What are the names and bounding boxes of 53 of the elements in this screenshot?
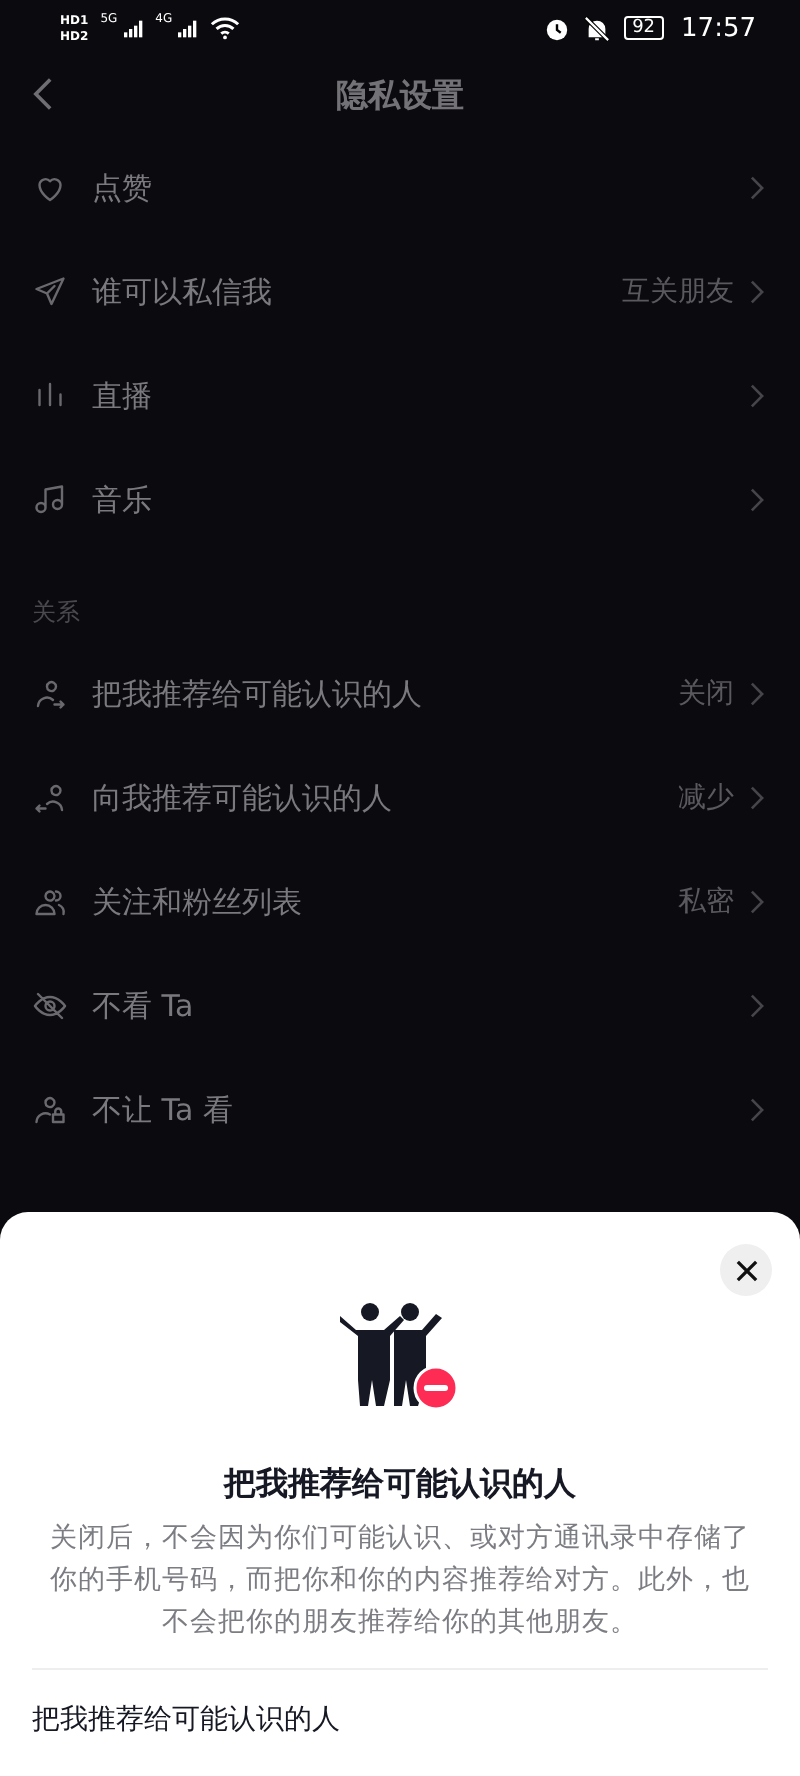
item-label: 直播 xyxy=(92,377,154,415)
close-icon xyxy=(735,1259,757,1281)
wifi-icon xyxy=(210,16,241,40)
item-value: 减少 xyxy=(678,780,734,816)
settings-item[interactable]: 点赞 xyxy=(0,136,800,240)
chevron-icon xyxy=(750,280,764,304)
settings-item[interactable]: 直播 xyxy=(0,344,800,448)
sheet-title: 把我推荐给可能认识的人 xyxy=(224,1464,576,1506)
alarm-icon xyxy=(544,15,571,41)
sheet-description: 关闭后，不会因为你们可能认识、或对方通讯录中存储了你的手机号码，而把你和你的内容推荐给对方。此外，也不会把你的朋友推荐给你的其他朋友。 xyxy=(48,1520,752,1642)
people-icon xyxy=(32,884,68,920)
send-icon xyxy=(32,274,68,310)
chevron-icon xyxy=(750,1098,764,1122)
chevron-icon xyxy=(750,682,764,706)
person-arrow-icon xyxy=(32,780,68,816)
settings-item[interactable]: 不看 Ta xyxy=(0,954,800,1058)
signal-icon xyxy=(123,19,144,37)
back-icon[interactable] xyxy=(32,76,54,112)
settings-item[interactable]: 音乐 xyxy=(0,448,800,552)
item-label: 向我推荐可能认识的人 xyxy=(92,779,394,817)
settings-item[interactable]: 向我推荐可能认识的人 减少 xyxy=(0,746,800,850)
chevron-icon xyxy=(750,488,764,512)
battery-icon: 92 xyxy=(624,16,664,40)
item-label: 谁可以私信我 xyxy=(92,273,274,311)
chevron-icon xyxy=(750,176,764,200)
settings-item[interactable]: 不让 Ta 看 xyxy=(0,1058,800,1162)
person-arrow-icon xyxy=(32,676,68,712)
item-label: 点赞 xyxy=(92,169,154,207)
close-button[interactable] xyxy=(720,1244,772,1296)
music-note-icon xyxy=(32,482,68,518)
settings-item[interactable]: 关注和粉丝列表 私密 xyxy=(0,850,800,954)
item-value: 互关朋友 xyxy=(622,274,734,310)
signal-icon xyxy=(178,19,199,37)
item-label: 把我推荐给可能认识的人 xyxy=(92,675,424,713)
page-title: 隐私设置 xyxy=(336,75,464,117)
chevron-icon xyxy=(750,384,764,408)
item-value: 关闭 xyxy=(678,676,734,712)
eye-off-icon xyxy=(32,988,68,1024)
item-label: 不看 Ta xyxy=(92,987,196,1025)
chevron-icon xyxy=(750,786,764,810)
option-label: 把我推荐给可能认识的人 xyxy=(32,1704,340,1736)
item-label: 关注和粉丝列表 xyxy=(92,883,304,921)
item-value: 私密 xyxy=(678,884,734,920)
bell-off-icon xyxy=(584,15,611,41)
chevron-icon xyxy=(750,994,764,1018)
settings-item[interactable]: 把我推荐给可能认识的人 关闭 xyxy=(0,642,800,746)
status-time: 17:57 xyxy=(681,13,756,43)
person-lock-icon xyxy=(32,1092,68,1128)
item-label: 不让 Ta 看 xyxy=(92,1091,235,1129)
item-label: 音乐 xyxy=(92,481,154,519)
section-title: 关系 xyxy=(30,596,82,630)
chevron-icon xyxy=(750,890,764,914)
settings-item[interactable]: 谁可以私信我 互关朋友 xyxy=(0,240,800,344)
